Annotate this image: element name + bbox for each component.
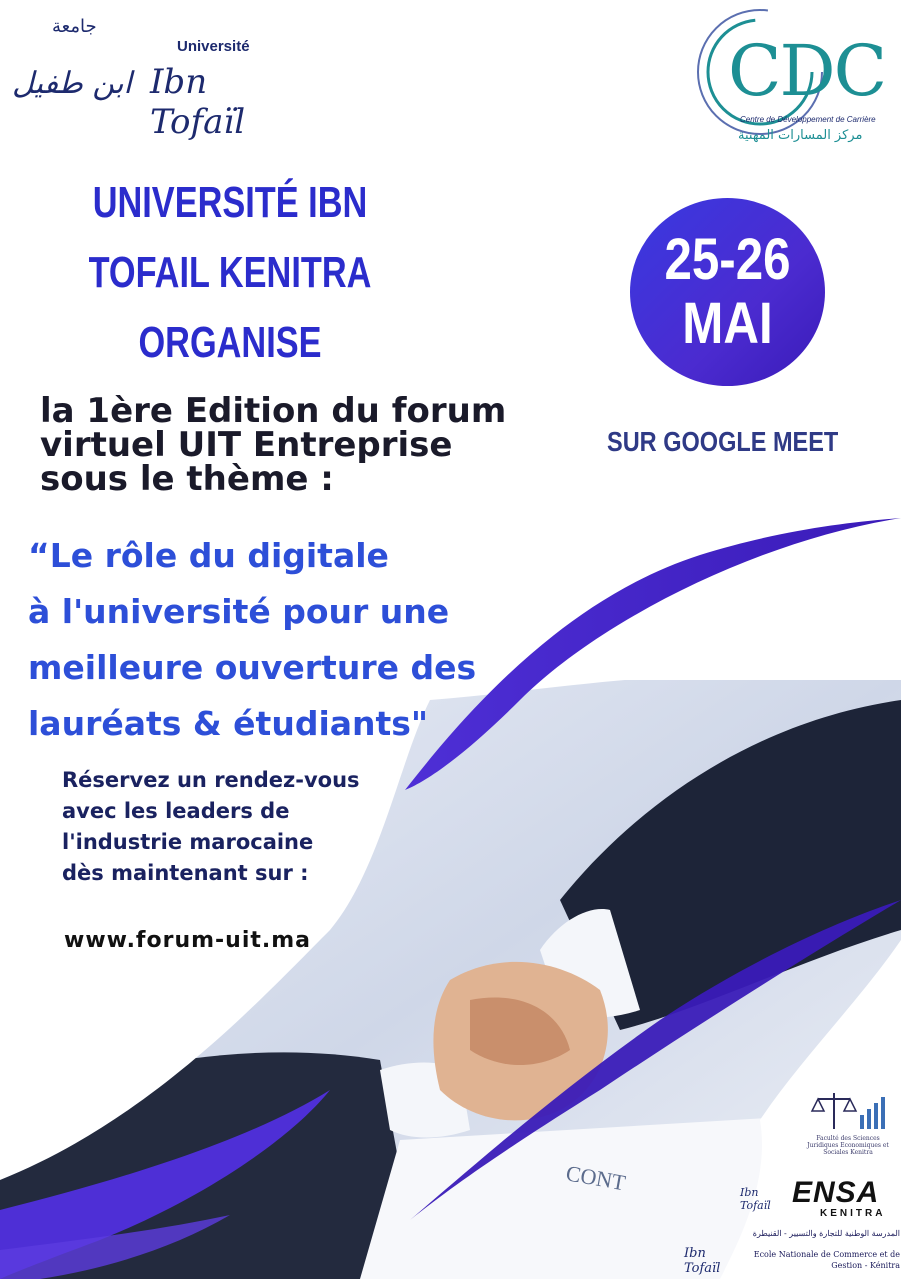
date-month: MAI [682, 291, 773, 356]
edition-line-2: virtuel UIT Entreprise [40, 425, 453, 465]
scales-icon [810, 1093, 885, 1129]
headline: UNIVERSITÉ IBN TOFAIL KENITRA ORGANISE [74, 168, 386, 378]
edition-line-3: sous le thème : [40, 459, 334, 499]
reserve-text: Réservez un rendez-vous avec les leaders… [62, 765, 360, 889]
platform-label: SUR GOOGLE MEET [607, 426, 839, 457]
encg-logo-arabic: المدرسة الوطنية للتجارة والتسيير - القني… [752, 1229, 900, 1238]
theme-quote: “Le rôle du digitale à l'université pour… [28, 528, 608, 752]
reserve-line-1: Réservez un rendez-vous [62, 768, 360, 792]
forum-url-link[interactable]: www.forum-uit.ma [64, 928, 311, 953]
uit-logo: جامعة ابن طفيل Université Ibn Tofaïl [12, 16, 272, 142]
reserve-line-2: avec les leaders de [62, 799, 290, 823]
encg-logo-french: Ecole Nationale de Commerce et de Gestio… [753, 1250, 900, 1270]
ensa-logo-city: KENITRA [820, 1208, 886, 1219]
headline-line-1: UNIVERSITÉ IBN [92, 178, 368, 227]
cdc-logo-arabic: مركز المسارات المهنية [738, 128, 863, 143]
theme-line-2: à l'université pour une [28, 592, 450, 631]
edition-line-1: la 1ère Edition du forum [40, 391, 507, 431]
fsjes-logo-text: Faculté des Sciences Juridiques Economiq… [807, 1135, 889, 1156]
uit-logo-name: Ibn Tofaïl [150, 62, 246, 142]
uit-logo-arabic-small: جامعة [52, 16, 97, 37]
cdc-logo: CDC Centre de Développement de Carrière … [688, 10, 898, 150]
reserve-line-3: l'industrie marocaine [62, 830, 314, 854]
uit-logo-arabic: ابن طفيل [12, 66, 132, 101]
uit-small-logo-2: Ibn Tofaïl [666, 1210, 736, 1276]
reserve-line-4: dès maintenant sur : [62, 861, 309, 885]
headline-line-3: ORGANISE [138, 318, 322, 367]
theme-line-3: meilleure ouverture des [28, 648, 477, 687]
cdc-logo-letters: CDC [728, 30, 887, 112]
fsjes-logo: Faculté des Sciences Juridiques Economiq… [800, 1085, 896, 1165]
theme-line-1: “Le rôle du digitale [28, 536, 389, 575]
theme-line-4: lauréats & étudiants" [28, 704, 429, 743]
headline-line-2: TOFAIL KENITRA [88, 248, 372, 297]
encg-logo: المدرسة الوطنية للتجارة والتسيير - القني… [742, 1228, 900, 1278]
uit-logo-univ: Université [177, 38, 250, 55]
uit-small-logo-1: Ibn Tofaïl [730, 1162, 790, 1217]
date-badge: 25-26 MAI [630, 198, 825, 386]
ensa-logo-name: ENSA [792, 1176, 880, 1209]
date-days: 25-26 [664, 227, 791, 292]
edition-text: la 1ère Edition du forum virtuel UIT Ent… [40, 394, 620, 496]
cdc-logo-subtitle: Centre de Développement de Carrière [740, 115, 876, 124]
uit-small-logo-2-name: Ibn Tofaïl [684, 1246, 721, 1276]
ensa-logo: ENSA KENITRA [782, 1170, 898, 1220]
